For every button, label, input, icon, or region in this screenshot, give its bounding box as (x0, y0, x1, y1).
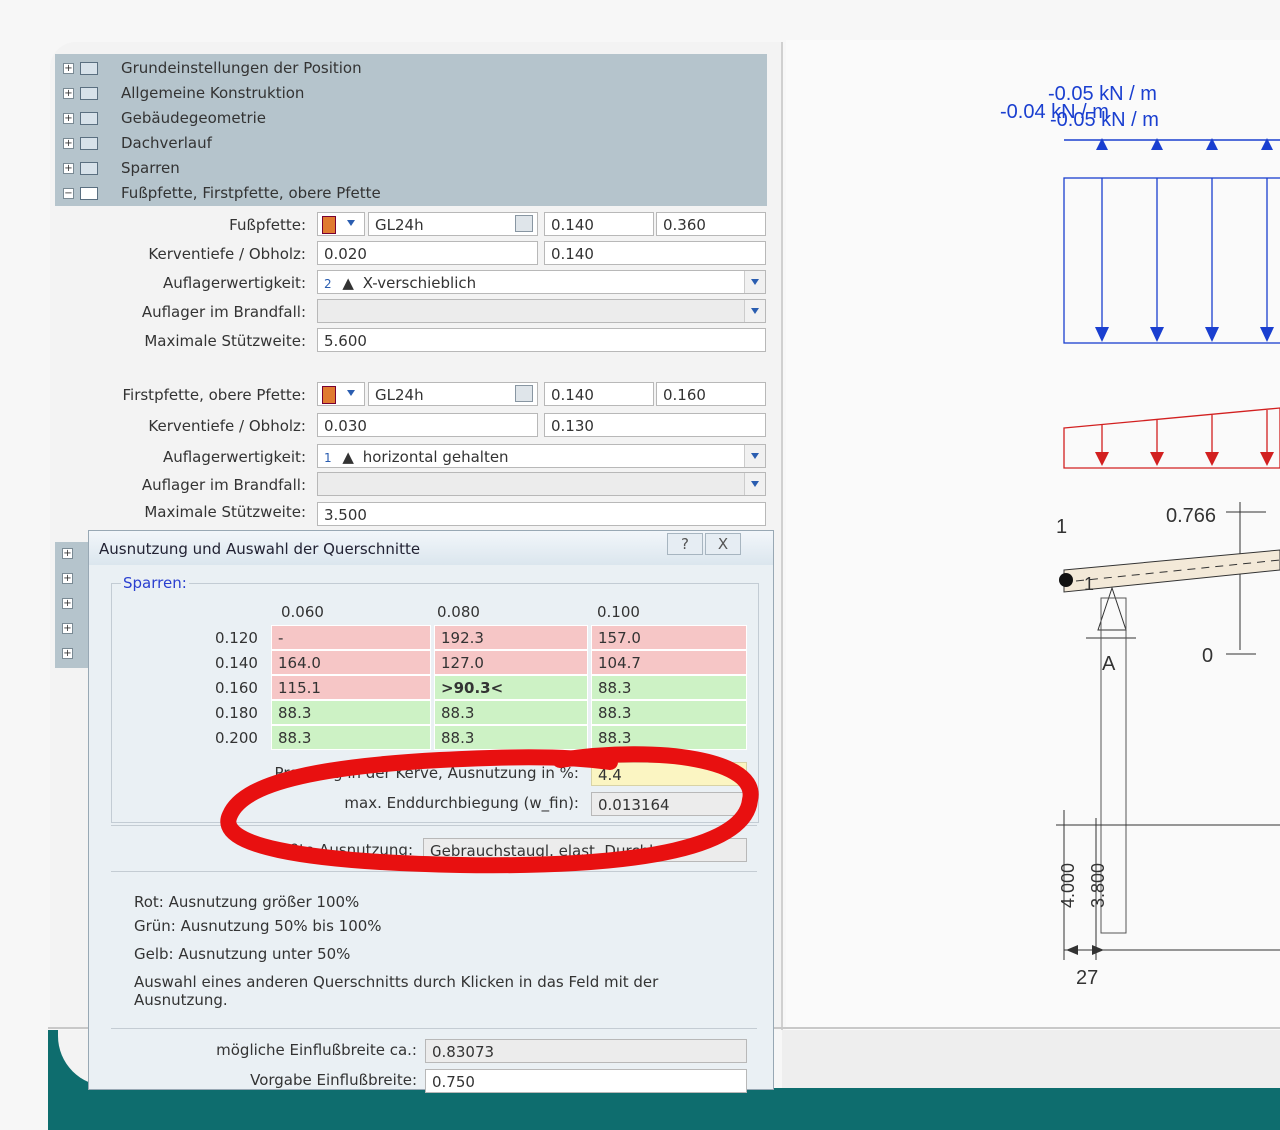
annotation-overlay (220, 746, 759, 874)
red-circle-annotation (220, 746, 759, 874)
